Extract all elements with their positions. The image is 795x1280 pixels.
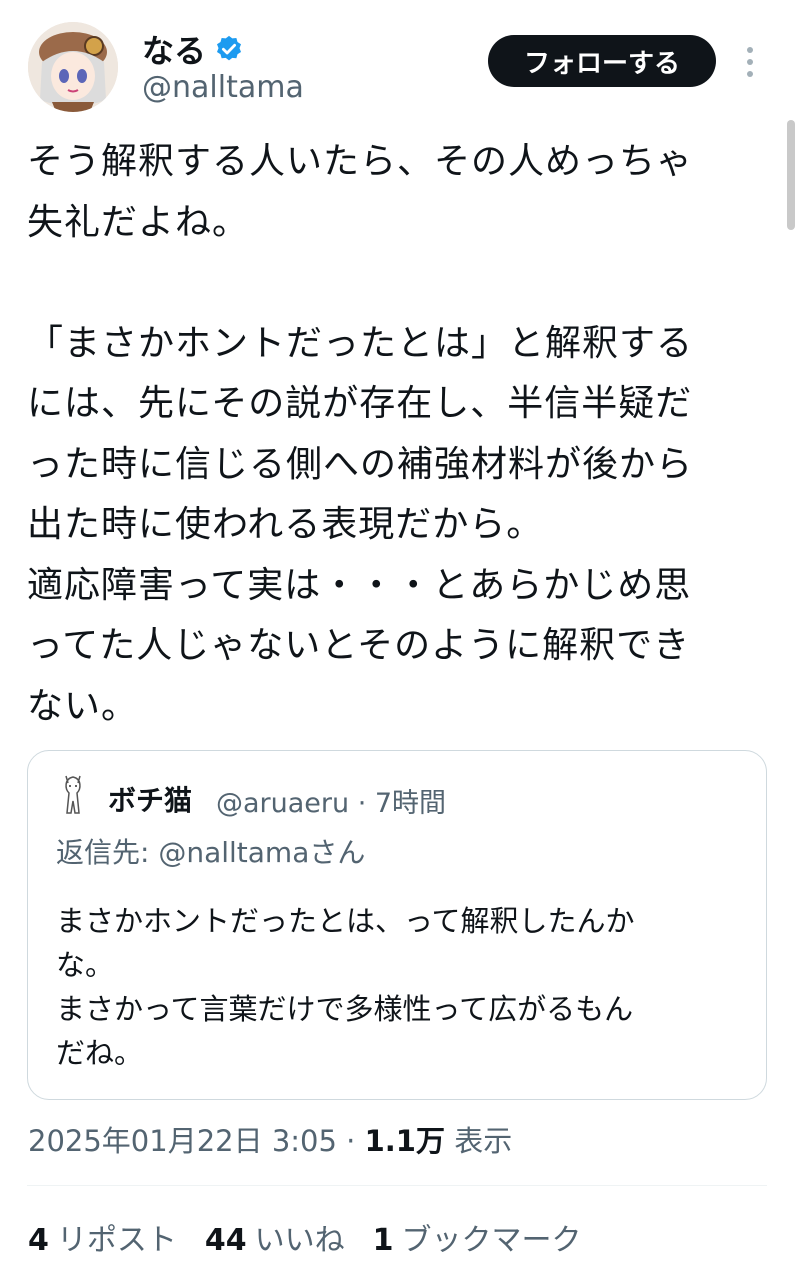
view-count: 1.1万 [364, 1124, 445, 1158]
author-handle[interactable]: @nalltama [142, 70, 304, 105]
author-avatar[interactable] [28, 22, 118, 112]
follow-button[interactable]: フォローする [488, 35, 716, 87]
like-label: いいね [254, 1223, 345, 1258]
more-options-icon[interactable] [740, 42, 760, 82]
quote-author-handle-time[interactable]: @aruaeru · 7時間 [216, 781, 446, 820]
quoted-tweet[interactable]: ボチ猫 @aruaeru · 7時間 返信先: @nalltamaさん まさかホ… [27, 750, 767, 1100]
repost-stat[interactable]: 4 リポスト [28, 1215, 177, 1259]
tweet-datetime[interactable]: 2025年01月22日 3:05 · [28, 1124, 365, 1158]
view-count-label: 表示 [444, 1124, 513, 1158]
repost-count: 4 [28, 1223, 49, 1258]
repost-label: リポスト [56, 1223, 177, 1258]
author-name[interactable]: なる [142, 26, 206, 72]
quote-text: まさかホントだったとは、って解釈したんか な。 まさかって言葉だけで多様性って広… [56, 904, 635, 1070]
quote-author-avatar[interactable] [58, 773, 88, 819]
quote-author-name[interactable]: ボチ猫 [108, 779, 192, 819]
scrollbar[interactable] [787, 120, 795, 230]
tweet-stats: 4 リポスト 44 いいね 1 ブックマーク [28, 1215, 582, 1259]
quote-reply-to[interactable]: 返信先: @nalltamaさん [56, 831, 365, 871]
author-name-row[interactable]: なる [142, 26, 244, 72]
bookmark-count: 1 [372, 1223, 394, 1258]
like-count: 44 [204, 1223, 247, 1258]
bookmark-stat[interactable]: 1 ブックマーク [373, 1215, 582, 1259]
like-stat[interactable]: 44 いいね [205, 1215, 345, 1259]
tweet-meta: 2025年01月22日 3:05 · 1.1万 表示 [28, 1118, 512, 1160]
divider [27, 1185, 767, 1186]
tweet-text: そう解釈する人いたら、その人めっちゃ 失礼だよね。 「まさかホントだったとは」と… [27, 141, 694, 727]
verified-badge-icon [217, 35, 242, 61]
bookmark-label: ブックマーク [401, 1223, 582, 1258]
